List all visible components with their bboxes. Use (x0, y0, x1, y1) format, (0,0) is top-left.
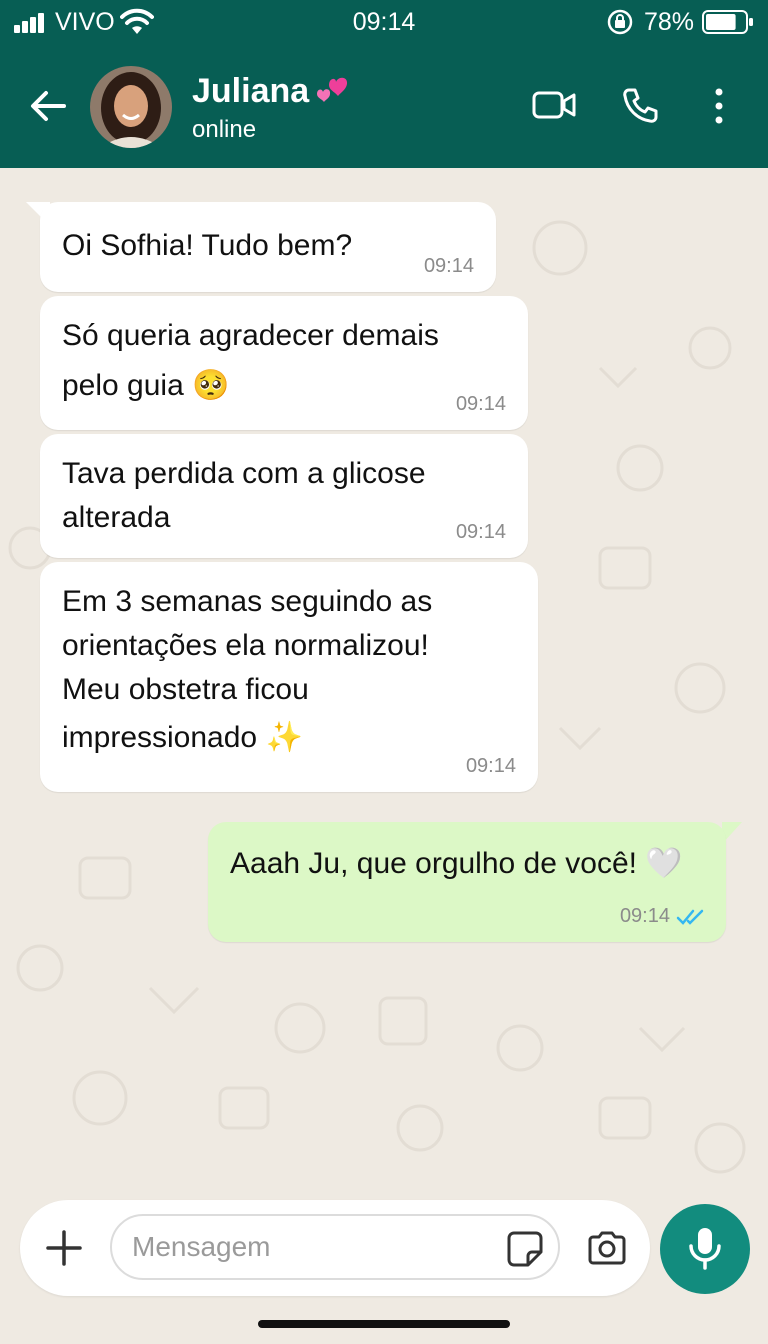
status-bar: VIVO 09:14 78% (0, 0, 768, 46)
outgoing-message-bubble[interactable]: Aaah Ju, que orgulho de você! 🤍 09:14 (208, 822, 726, 942)
microphone-button[interactable] (660, 1204, 750, 1294)
message-text: Aaah Ju, que orgulho de você! 🤍 (230, 847, 683, 880)
message-text: alterada (62, 501, 171, 534)
message-bubble[interactable]: Só queria agradecer demais pelo guia 🥺 0… (40, 296, 528, 430)
back-arrow-icon[interactable] (28, 86, 68, 126)
chat-area[interactable]: Oi Sofhia! Tudo bem? 09:14 Só queria agr… (0, 168, 768, 1200)
message-text: impressionado ✨ (62, 721, 303, 754)
message-bubble[interactable]: Oi Sofhia! Tudo bem? 09:14 (40, 202, 496, 292)
camera-icon[interactable] (586, 1230, 628, 1266)
hearts-emoji-icon (317, 77, 348, 102)
message-time: 09:14 (619, 905, 670, 927)
more-options-icon[interactable] (712, 88, 726, 124)
contact-presence: online (192, 116, 257, 143)
voice-call-icon[interactable] (620, 86, 660, 126)
contact-name[interactable]: Juliana (192, 72, 309, 111)
read-receipt-icon (676, 909, 704, 925)
message-text: Tava perdida com a glicose (62, 457, 426, 490)
plus-icon[interactable] (44, 1228, 84, 1268)
sticker-icon[interactable] (506, 1230, 544, 1268)
message-text: Em 3 semanas seguindo as (62, 585, 433, 618)
message-text: pelo guia 🥺 (62, 369, 230, 402)
message-time: 09:14 (455, 393, 506, 415)
video-call-icon[interactable] (532, 88, 576, 122)
message-time: 09:14 (465, 755, 516, 777)
battery-percent: 78% (644, 8, 695, 36)
message-bubble[interactable]: Tava perdida com a glicose alterada 09:1… (40, 434, 528, 558)
home-indicator (258, 1320, 510, 1328)
message-text: Meu obstetra ficou (62, 673, 309, 706)
battery-icon (702, 10, 753, 34)
composer-bar (0, 1200, 768, 1344)
rotation-lock-icon (607, 9, 633, 35)
contact-avatar[interactable] (90, 66, 172, 148)
message-time: 09:14 (455, 521, 506, 543)
message-text: orientações ela normalizou! (62, 629, 429, 662)
message-input[interactable] (110, 1214, 560, 1280)
message-bubble[interactable]: Em 3 semanas seguindo as orientações ela… (40, 562, 538, 792)
composer (20, 1200, 650, 1296)
message-time: 09:14 (423, 255, 474, 277)
message-text: Oi Sofhia! Tudo bem? (62, 229, 353, 262)
microphone-icon (689, 1228, 721, 1270)
chat-header: VIVO 09:14 78% Juliana online (0, 0, 768, 168)
message-text: Só queria agradecer demais (62, 319, 439, 352)
